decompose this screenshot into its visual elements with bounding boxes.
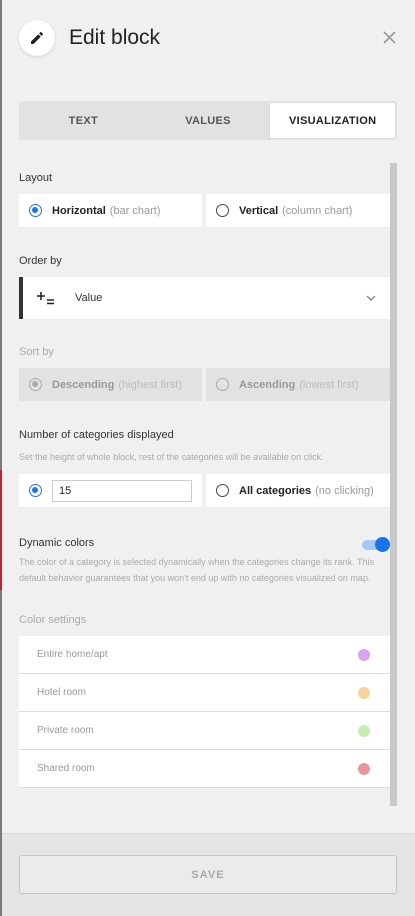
option-sub: (highest first) [118, 378, 182, 391]
color-row[interactable]: Hotel room [19, 674, 390, 712]
color-row[interactable]: Entire home/apt [19, 636, 390, 674]
option-sub: (column chart) [282, 204, 353, 217]
option-sub: (bar chart) [109, 204, 161, 217]
tab-bar: TEXT VALUES VISUALIZATION [19, 101, 397, 140]
dynamic-colors-label: Dynamic colors [19, 537, 95, 549]
save-button[interactable]: SAVE [19, 855, 397, 894]
panel-footer: SAVE [2, 833, 415, 916]
option-sub: (no clicking) [315, 484, 374, 497]
radio-icon [216, 484, 229, 497]
option-label: Horizontal [52, 204, 106, 217]
category-name: Shared room [37, 763, 95, 774]
color-swatch[interactable] [358, 686, 370, 699]
edit-block-panel: Edit block TEXT VALUES VISUALIZATION Lay… [2, 0, 415, 916]
categories-count-input[interactable]: 15 [52, 479, 192, 502]
sort-by-label: Sort by [19, 346, 54, 358]
panel-header: Edit block [2, 0, 415, 80]
pencil-icon [19, 20, 55, 56]
order-by-select[interactable]: Value [19, 277, 390, 319]
color-swatch[interactable] [358, 724, 370, 737]
option-sub: (lowest first) [299, 378, 359, 391]
layout-horizontal-option[interactable]: Horizontal (bar chart) [19, 194, 202, 227]
dynamic-colors-toggle[interactable] [362, 537, 390, 552]
categories-count-option[interactable]: 15 [19, 474, 202, 507]
layout-vertical-option[interactable]: Vertical (column chart) [206, 194, 390, 227]
order-by-label: Order by [19, 255, 62, 267]
radio-icon [29, 204, 42, 217]
tab-visualization[interactable]: VISUALIZATION [270, 103, 396, 138]
dynamic-colors-hint: The color of a category is selected dyna… [19, 557, 375, 583]
color-swatch[interactable] [358, 648, 370, 661]
categories-label: Number of categories displayed [19, 429, 174, 441]
option-label: Vertical [239, 204, 279, 217]
category-name: Private room [37, 725, 94, 736]
color-swatch[interactable] [358, 762, 370, 775]
chevron-down-icon [366, 292, 376, 304]
tab-text[interactable]: TEXT [21, 103, 146, 138]
option-label: Ascending [239, 378, 296, 391]
radio-icon [216, 378, 229, 391]
page-title: Edit block [69, 26, 161, 49]
order-by-value: Value [75, 292, 103, 304]
color-settings-label: Color settings [19, 614, 87, 626]
sort-ascending-option[interactable]: Ascending (lowest first) [206, 368, 390, 401]
color-settings-list: Entire home/apt Hotel room Private room … [19, 636, 390, 788]
close-icon[interactable] [379, 27, 399, 47]
sort-icon [37, 291, 55, 305]
color-row[interactable]: Shared room [19, 750, 390, 788]
color-row[interactable]: Private room [19, 712, 390, 750]
categories-all-option[interactable]: All categories (no clicking) [206, 474, 390, 507]
option-label: All categories [239, 484, 312, 497]
radio-icon [29, 484, 42, 497]
radio-icon [216, 204, 229, 217]
radio-icon [29, 378, 42, 391]
sort-descending-option[interactable]: Descending (highest first) [19, 368, 202, 401]
categories-hint: Set the height of whole block, rest of t… [19, 452, 324, 462]
layout-label: Layout [19, 172, 53, 184]
category-name: Hotel room [37, 687, 86, 698]
category-name: Entire home/apt [37, 649, 108, 660]
scrollbar[interactable] [390, 163, 397, 806]
tab-values[interactable]: VALUES [146, 103, 271, 138]
option-label: Descending [52, 378, 115, 391]
